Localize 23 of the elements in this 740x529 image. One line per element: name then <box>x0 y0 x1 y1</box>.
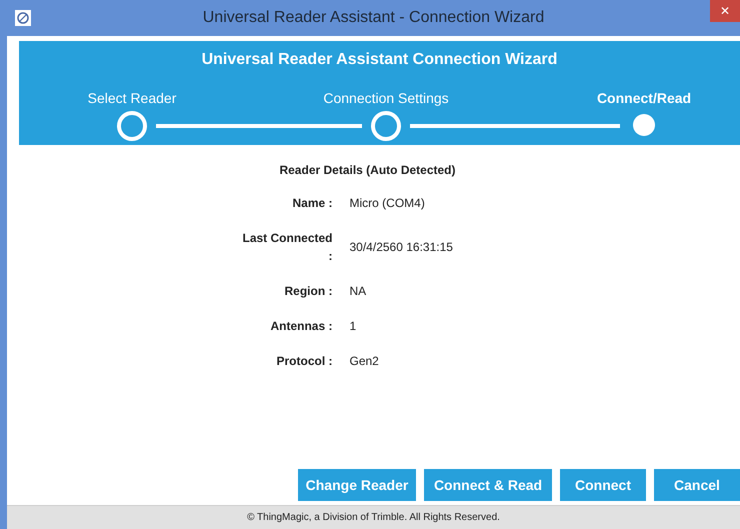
step-label: Connect/Read <box>596 89 692 108</box>
app-icon <box>14 9 32 27</box>
wizard-button[interactable]: Connect & Read <box>424 469 552 501</box>
field-value: 30/4/2560 16:31:15 <box>350 239 454 256</box>
field-label: Name : <box>291 195 334 212</box>
step-label: Connection Settings <box>323 89 449 108</box>
step-label: Select Reader <box>88 89 176 108</box>
field-label: Protocol : <box>276 353 334 370</box>
field-value: NA <box>350 283 368 300</box>
field-value: Gen2 <box>350 353 380 370</box>
field-label: Antennas : <box>269 318 334 335</box>
field-label: Region : <box>284 283 334 300</box>
wizard-title: Universal Reader Assistant Connection Wizard <box>202 50 558 70</box>
wizard-button[interactable]: Cancel <box>654 469 740 501</box>
close-button[interactable]: ✕ <box>710 0 740 22</box>
field-label: Last Connected : <box>241 230 334 265</box>
wizard-button[interactable]: Connect <box>560 469 646 501</box>
wizard-button[interactable]: Change Reader <box>298 469 416 501</box>
window-title: Universal Reader Assistant - Connection Wizard <box>202 8 544 28</box>
field-value: 1 <box>350 318 358 335</box>
section-heading: Reader Details (Auto Detected) <box>279 162 456 179</box>
status-bar: © ThingMagic, a Division of Trimble. All Rights Reserved. <box>7 505 740 529</box>
field-value: Micro (COM4) <box>350 195 426 212</box>
